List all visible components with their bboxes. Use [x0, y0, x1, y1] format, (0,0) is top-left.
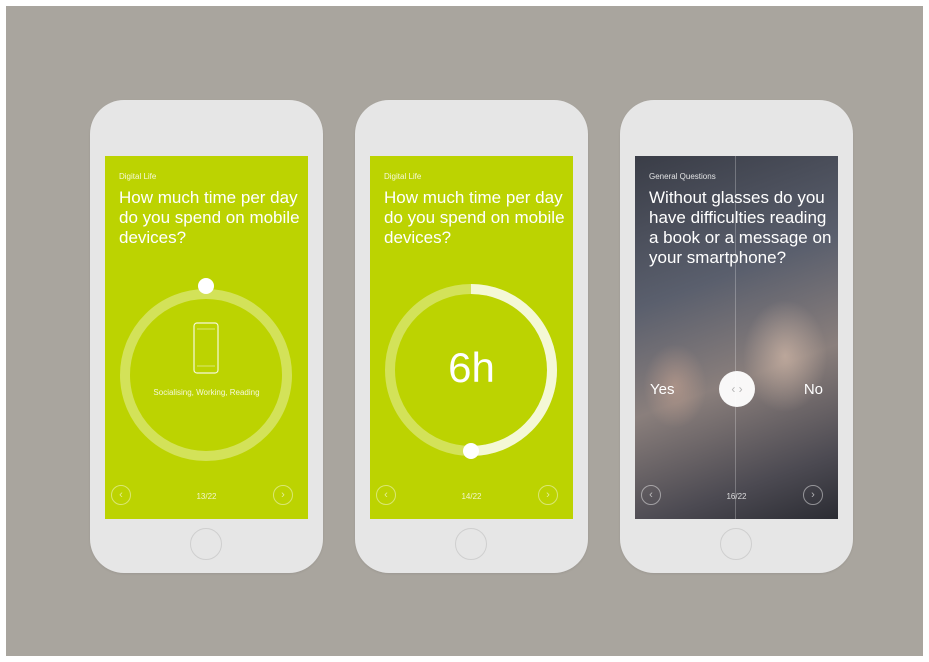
home-button[interactable]	[189, 528, 222, 560]
dial-knob[interactable]	[198, 278, 214, 294]
selected-hours: 6h	[448, 344, 495, 391]
time-dial[interactable]	[105, 156, 308, 519]
phone-mockup-2: Digital Life How much time per day do yo…	[355, 100, 588, 573]
phone-mockup-1: Digital Life How much time per day do yo…	[90, 100, 323, 573]
dial-knob[interactable]	[463, 443, 479, 459]
no-option[interactable]: No	[804, 381, 823, 398]
chevron-right-icon[interactable]: ›	[273, 485, 293, 505]
screen-13: Digital Life How much time per day do yo…	[105, 156, 308, 519]
question-text: Without glasses do you have difficulties…	[649, 188, 832, 267]
activity-caption: Socialising, Working, Reading	[153, 388, 260, 397]
screen-16: General Questions Without glasses do you…	[635, 156, 838, 519]
phone-icon	[193, 322, 219, 374]
chevron-right-icon[interactable]: ›	[803, 485, 823, 505]
section-label: General Questions	[649, 172, 716, 181]
home-button[interactable]	[454, 528, 487, 560]
time-dial[interactable]	[370, 156, 573, 519]
home-button[interactable]	[719, 528, 752, 560]
slider-handle[interactable]: ‹ ›	[719, 371, 755, 407]
phone-mockup-3: General Questions Without glasses do you…	[620, 100, 853, 573]
screen-14: Digital Life How much time per day do yo…	[370, 156, 573, 519]
chevron-right-icon[interactable]: ›	[538, 485, 558, 505]
yes-option[interactable]: Yes	[650, 381, 674, 398]
